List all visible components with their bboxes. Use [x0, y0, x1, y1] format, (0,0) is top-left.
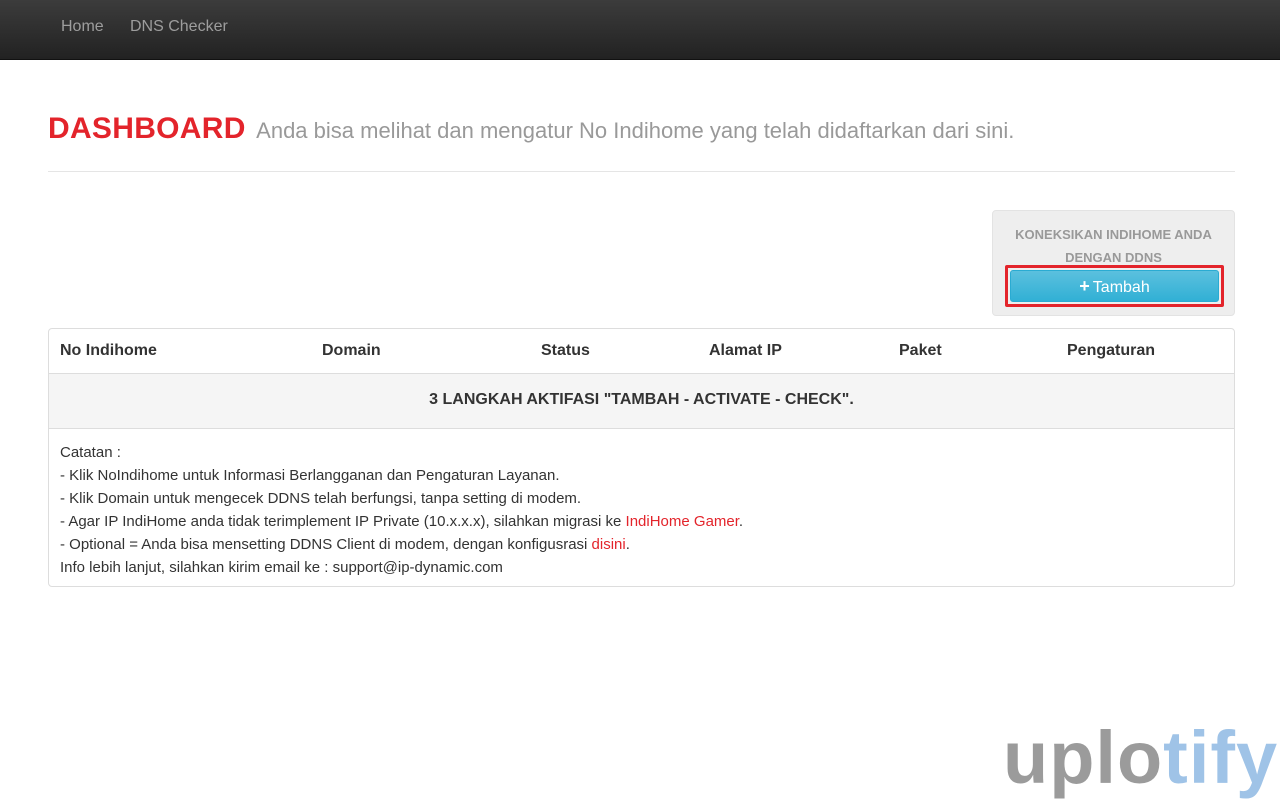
notes-line: - Klik NoIndihome untuk Informasi Berlan… — [60, 467, 560, 484]
watermark-part: uplo — [1003, 716, 1164, 799]
column-header-domain: Domain — [322, 342, 381, 359]
notes-line-text: - Optional = Anda bisa mensetting DDNS C… — [60, 536, 592, 553]
notes-line-text: - Agar IP IndiHome anda tidak terimpleme… — [60, 513, 626, 530]
top-navbar: Home DNS Checker — [0, 0, 1280, 60]
nav-home-link[interactable]: Home — [61, 18, 104, 36]
connect-box: KONEKSIKAN INDIHOME ANDA DENGAN DDNS + Ta… — [992, 210, 1235, 316]
notes-section: Catatan : - Klik NoIndihome untuk Inform… — [60, 441, 743, 579]
notes-line-text: . — [625, 536, 630, 553]
uplotify-watermark-logo: uplotify — [1003, 718, 1278, 798]
notes-line: - Klik Domain untuk mengecek DDNS telah … — [60, 490, 582, 507]
nav-dns-checker-link[interactable]: DNS Checker — [130, 18, 228, 36]
watermark-part: tify — [1163, 716, 1279, 799]
column-header-status: Status — [541, 342, 590, 359]
column-header-paket: Paket — [899, 342, 942, 359]
column-header-alamat-ip: Alamat IP — [709, 342, 782, 359]
highlight-outline: + Tambah — [1005, 265, 1224, 307]
connect-box-text: KONEKSIKAN INDIHOME ANDA DENGAN DDNS — [1015, 227, 1212, 265]
notes-line: - Optional = Anda bisa mensetting DDNS C… — [60, 533, 743, 556]
activation-notice-row: 3 LANGKAH AKTIFASI "TAMBAH - ACTIVATE - … — [49, 374, 1234, 429]
notes-line: - Agar IP IndiHome anda tidak terimpleme… — [60, 510, 743, 533]
page-header: DASHBOARD Anda bisa melihat dan mengatur… — [48, 112, 1235, 172]
indihome-gamer-link[interactable]: IndiHome Gamer — [626, 513, 739, 530]
column-header-pengaturan: Pengaturan — [1067, 342, 1156, 359]
notes-line-text: . — [738, 513, 744, 530]
add-button[interactable]: + Tambah — [1010, 270, 1219, 302]
notes-line: Info lebih lanjut, silahkan kirim email … — [60, 559, 503, 576]
add-button-label: Tambah — [1092, 279, 1150, 296]
disini-link[interactable]: disini — [592, 536, 626, 553]
table-header: No Indihome Domain Status Alamat IP Pake… — [49, 329, 1234, 374]
page-title: DASHBOARD — [48, 112, 246, 145]
notes-heading: Catatan : — [60, 444, 121, 461]
page-subtitle: Anda bisa melihat dan mengatur No Indiho… — [256, 118, 1015, 143]
plus-icon: + — [1079, 276, 1090, 296]
indihome-table: No Indihome Domain Status Alamat IP Pake… — [48, 328, 1235, 587]
column-header-no-indihome: No Indihome — [60, 342, 157, 359]
